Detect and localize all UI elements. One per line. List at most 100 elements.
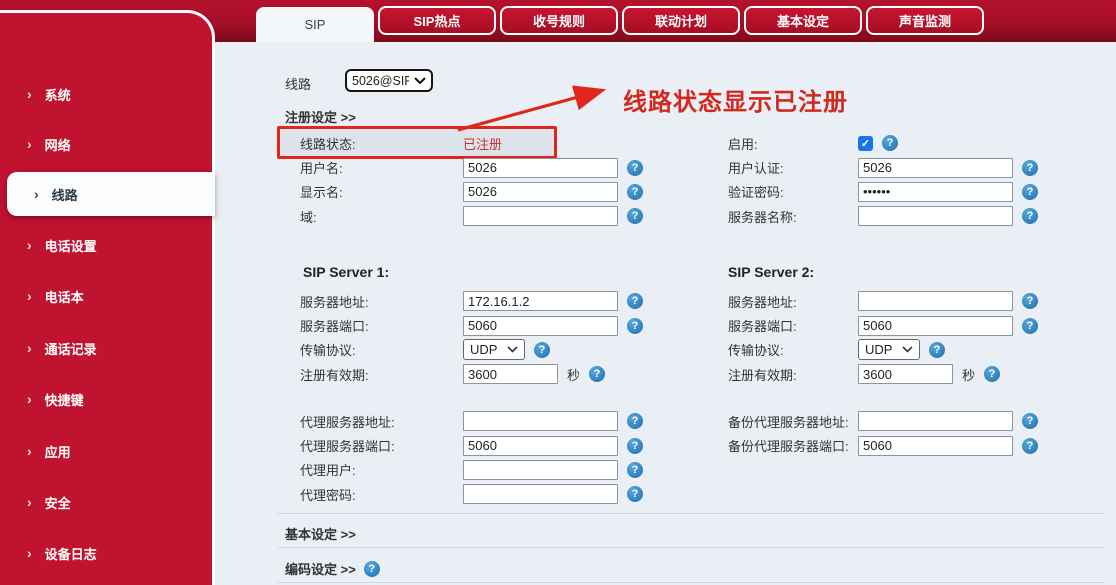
form-row-proxy-password: 代理密码:? <box>300 482 680 506</box>
divider <box>278 547 1105 548</box>
server1-address-input[interactable] <box>463 291 618 311</box>
chevron-down-icon <box>507 346 518 353</box>
help-icon[interactable]: ? <box>627 293 643 309</box>
auth-user-input[interactable] <box>858 158 1013 178</box>
server2-port-input[interactable] <box>858 316 1013 336</box>
auth-password-input[interactable] <box>858 182 1013 202</box>
sidebar-item-label: 网络 <box>45 135 71 154</box>
server1-expiry-input[interactable] <box>463 364 558 384</box>
display-name-input[interactable] <box>463 182 618 202</box>
server1-port-input[interactable] <box>463 316 618 336</box>
help-icon[interactable]: ? <box>627 160 643 176</box>
server2-address-input[interactable] <box>858 291 1013 311</box>
sidebar-item-电话设置[interactable]: › 电话设置 <box>0 223 215 267</box>
sidebar-item-设备日志[interactable]: ›设备日志 <box>0 531 215 575</box>
help-icon[interactable]: ? <box>1022 184 1038 200</box>
sidebar-item-电话本[interactable]: ›电话本 <box>0 274 215 318</box>
proxy-address-input[interactable] <box>463 411 618 431</box>
help-icon[interactable]: ? <box>929 342 945 358</box>
server1-expiry-suffix: 秒 <box>567 365 580 384</box>
proxy-password-input[interactable] <box>463 484 618 504</box>
chevron-right-icon: › <box>27 443 32 459</box>
help-icon[interactable]: ? <box>882 135 898 151</box>
server1-transport-label: 传输协议: <box>300 340 463 359</box>
help-icon[interactable]: ? <box>1022 413 1038 429</box>
backup-proxy-address-input[interactable] <box>858 411 1013 431</box>
tab-收号规则[interactable]: 收号规则 <box>500 6 618 35</box>
form-row-backup-proxy-address: 备份代理服务器地址:? <box>728 409 1108 433</box>
help-icon[interactable]: ? <box>984 366 1000 382</box>
enable-checkbox[interactable]: ✓ <box>858 136 873 151</box>
server1-transport-select[interactable]: UDP <box>463 339 525 360</box>
sidebar-item-label: 电话本 <box>45 287 84 306</box>
section-register-settings[interactable]: 注册设定 >> <box>285 107 356 126</box>
help-icon[interactable]: ? <box>1022 160 1038 176</box>
help-icon[interactable]: ? <box>627 462 643 478</box>
sidebar-item-应用[interactable]: › 应用 <box>0 429 215 473</box>
form-row-server2-transport: 传输协议:UDP? <box>728 338 1108 362</box>
sidebar-item-label: 应用 <box>45 442 71 461</box>
section-codec-settings[interactable]: 编码设定 >> ? <box>285 559 380 578</box>
help-icon[interactable]: ? <box>627 318 643 334</box>
sidebar-item-线路[interactable]: ›线路 <box>7 172 215 216</box>
server1-expiry-label: 注册有效期: <box>300 365 463 384</box>
help-icon[interactable]: ? <box>627 438 643 454</box>
server2-port-label: 服务器端口: <box>728 316 858 335</box>
tab-SIP热点[interactable]: SIP热点 <box>378 6 496 35</box>
username-label: 用户名: <box>300 158 463 177</box>
help-icon[interactable]: ? <box>1022 438 1038 454</box>
chevron-down-icon <box>902 346 913 353</box>
proxy-user-input[interactable] <box>463 460 618 480</box>
form-row-server1-address: 服务器地址:? <box>300 289 680 313</box>
sidebar-item-安全[interactable]: ›安全 <box>0 480 215 524</box>
sidebar-item-label: 安全 <box>45 493 71 512</box>
server-name-input[interactable] <box>858 206 1013 226</box>
sip-server2-header: SIP Server 2: <box>728 264 814 280</box>
annotation-text: 线路状态显示已注册 <box>623 82 848 117</box>
sidebar-item-label: 电话设置 <box>45 236 97 255</box>
sidebar-item-label: 快捷键 <box>45 390 84 409</box>
chevron-right-icon: › <box>27 86 32 102</box>
tab-基本设定[interactable]: 基本设定 <box>744 6 862 35</box>
chevron-down-icon <box>414 77 426 84</box>
tab-联动计划[interactable]: 联动计划 <box>622 6 740 35</box>
help-icon[interactable]: ? <box>627 208 643 224</box>
help-icon[interactable]: ? <box>589 366 605 382</box>
username-input[interactable] <box>463 158 618 178</box>
help-icon[interactable]: ? <box>364 561 380 577</box>
domain-input[interactable] <box>463 206 618 226</box>
chevron-right-icon: › <box>27 545 32 561</box>
sidebar-item-网络[interactable]: ›网络 <box>0 122 215 166</box>
backup-proxy-port-label: 备份代理服务器端口: <box>728 436 858 455</box>
help-icon[interactable]: ? <box>627 486 643 502</box>
proxy-address-label: 代理服务器地址: <box>300 412 463 431</box>
form-row-proxy-user: 代理用户:? <box>300 458 680 482</box>
sip-server1-column: 服务器地址:?服务器端口:?传输协议:UDP?注册有效期:秒? <box>300 289 680 387</box>
sidebar-item-label: 线路 <box>52 185 78 204</box>
section-basic-settings[interactable]: 基本设定 >> <box>285 524 356 543</box>
form-row-enable: 启用:✓? <box>728 131 1108 155</box>
server2-expiry-input[interactable] <box>858 364 953 384</box>
server-name-label: 服务器名称: <box>728 207 858 226</box>
server2-transport-label: 传输协议: <box>728 340 858 359</box>
register-left-column: 线路状态:已注册用户名:?显示名:?域:? <box>300 131 680 229</box>
help-icon[interactable]: ? <box>627 413 643 429</box>
chevron-right-icon: › <box>27 237 32 253</box>
help-icon[interactable]: ? <box>627 184 643 200</box>
chevron-right-icon: › <box>27 391 32 407</box>
tab-SIP[interactable]: SIP <box>256 7 374 42</box>
form-row-auth-user: 用户认证:? <box>728 155 1108 179</box>
backup-proxy-address-label: 备份代理服务器地址: <box>728 412 858 431</box>
help-icon[interactable]: ? <box>1022 208 1038 224</box>
tab-声音监测[interactable]: 声音监测 <box>866 6 984 35</box>
help-icon[interactable]: ? <box>534 342 550 358</box>
sidebar-item-系统[interactable]: ›系统 <box>0 72 215 116</box>
proxy-port-input[interactable] <box>463 436 618 456</box>
line-select[interactable]: 5026@SIP <box>345 69 433 92</box>
sidebar-item-通话记录[interactable]: ›通话记录 <box>0 326 215 370</box>
server2-transport-select[interactable]: UDP <box>858 339 920 360</box>
help-icon[interactable]: ? <box>1022 293 1038 309</box>
help-icon[interactable]: ? <box>1022 318 1038 334</box>
backup-proxy-port-input[interactable] <box>858 436 1013 456</box>
sidebar-item-快捷键[interactable]: › 快捷键 <box>0 377 215 421</box>
